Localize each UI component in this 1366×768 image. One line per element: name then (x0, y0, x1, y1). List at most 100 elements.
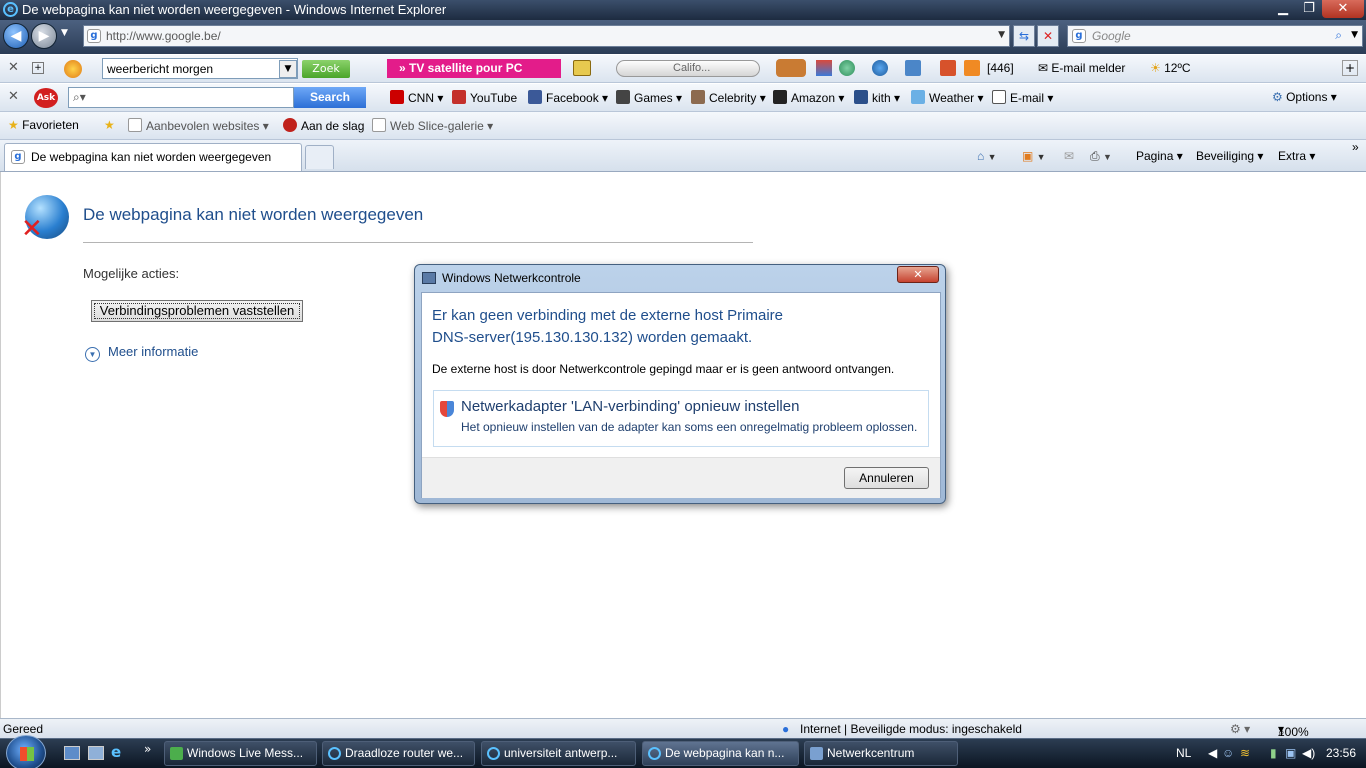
reset-adapter-option[interactable]: Netwerkadapter 'LAN-verbinding' opnieuw … (433, 390, 929, 447)
ask-logo[interactable]: Ask (34, 88, 58, 108)
task-live-messenger-label: Windows Live Mess... (187, 746, 304, 760)
link-youtube[interactable]: YouTube (452, 90, 517, 105)
dialog-close-button[interactable]: ✕ (897, 266, 939, 283)
task-current-page-label: De webpagina kan n... (665, 746, 785, 760)
news-icon[interactable] (905, 60, 921, 76)
quicklaunch-ie-icon[interactable]: e (111, 743, 121, 761)
safety-menu[interactable]: Beveiliging ▾ (1196, 149, 1263, 163)
link-cnn[interactable]: CNN ▾ (390, 90, 443, 105)
back-button[interactable]: ◀ (3, 23, 29, 49)
task-router[interactable]: Draadloze router we... (322, 741, 475, 766)
tray-users-icon[interactable]: ☺ (1222, 746, 1234, 760)
ask-search-button[interactable]: Search (294, 87, 366, 108)
language-indicator[interactable]: NL (1176, 746, 1191, 760)
link-weather[interactable]: Weather ▾ (911, 90, 984, 105)
globe-icon[interactable] (872, 60, 888, 76)
tray-battery-icon[interactable]: ▮ (1270, 746, 1277, 760)
address-bar[interactable]: g http://www.google.be/ ▼ (83, 25, 1010, 47)
refresh-icon[interactable]: ⇆ (1013, 25, 1035, 47)
tools-menu[interactable]: Extra ▾ (1278, 149, 1315, 163)
clock[interactable]: 23:56 (1326, 746, 1356, 760)
link-facebook[interactable]: Facebook ▾ (528, 90, 608, 105)
star-icon: ★ (8, 118, 23, 132)
link-email[interactable]: E-mail ▾ (992, 90, 1053, 105)
chevron-more-icon[interactable]: » (1352, 140, 1359, 154)
tv-icon[interactable] (573, 60, 591, 76)
tray-network-icon[interactable]: ▣ (1285, 746, 1296, 760)
more-info-link[interactable]: ▼ Meer informatie (85, 344, 198, 362)
search-magnifier-icon[interactable]: ⌕ (1335, 28, 1342, 43)
stop-icon[interactable]: ✕ (1037, 25, 1059, 47)
tray-expand-icon[interactable]: ◀ (1208, 746, 1217, 760)
tab-current[interactable]: g De webpagina kan niet worden weergegev… (4, 143, 302, 171)
toolbar-search-dropdown[interactable]: ▼ (279, 60, 297, 78)
toolbar-logo-icon[interactable] (64, 60, 82, 78)
reset-adapter-description: Het opnieuw instellen van de adapter kan… (461, 420, 918, 434)
print-icon[interactable]: ⎙ ▼ (1090, 149, 1112, 164)
feed-count[interactable]: [446] (987, 61, 1014, 75)
show-desktop-icon[interactable] (64, 746, 80, 760)
link-kith-label: kith (872, 91, 891, 105)
ask-toolbar-close-icon[interactable]: ✕ (8, 89, 19, 104)
task-netwerkcentrum[interactable]: Netwerkcentrum (804, 741, 958, 766)
zoek-button[interactable]: Zoek (302, 60, 350, 78)
toolbar-menu-icon[interactable]: + (32, 62, 44, 74)
home-icon[interactable]: ⌂ ▼ (977, 149, 997, 163)
maximize-button[interactable]: ❐ (1296, 0, 1322, 18)
media-player[interactable]: Califo... (616, 60, 760, 77)
favorites-button[interactable]: ★ Favorieten (8, 118, 79, 132)
suggested-sites-label: Aanbevolen websites (146, 119, 260, 133)
task-live-messenger[interactable]: Windows Live Mess... (164, 741, 317, 766)
link-celebrity[interactable]: Celebrity ▾ (691, 90, 766, 105)
start-button[interactable] (6, 735, 46, 768)
read-mail-icon[interactable]: ✉ (1064, 149, 1074, 163)
cnn-icon (390, 90, 404, 104)
address-dropdown-icon[interactable]: ▼ (998, 30, 1005, 40)
tray-volume-icon[interactable]: ◀) (1302, 746, 1315, 760)
link-amazon[interactable]: Amazon ▾ (773, 90, 844, 105)
suggested-sites[interactable]: Aanbevolen websites ▾ (128, 118, 269, 133)
zoom-control[interactable]: ⌕ 100% ▾ (1278, 722, 1309, 739)
weather-app-icon[interactable] (839, 60, 855, 76)
close-window-button[interactable]: ✕ (1322, 0, 1364, 18)
possible-actions-label: Mogelijke acties: (83, 266, 180, 281)
web-slice-gallery[interactable]: Web Slice-galerie ▾ (372, 118, 493, 133)
forward-button[interactable]: ▶ (31, 23, 57, 49)
web-slice-label: Web Slice-galerie (390, 119, 484, 133)
protected-mode-icon[interactable]: ⚙ ▾ (1230, 722, 1250, 736)
feeds-icon[interactable]: ▣ ▼ (1022, 149, 1046, 163)
switch-windows-icon[interactable] (88, 746, 104, 760)
email-notifier[interactable]: ✉ E-mail melder (1038, 61, 1125, 75)
add-favorite-icon[interactable]: ★ (104, 118, 115, 132)
options-menu[interactable]: ⚙ Options ▾ (1272, 90, 1337, 104)
mail-alert-icon[interactable] (940, 60, 956, 76)
friends-icon[interactable] (776, 59, 806, 77)
tv-satellite-link[interactable]: » TV satellite pour PC (387, 59, 561, 78)
link-kith[interactable]: kith ▾ (854, 90, 900, 105)
toolbar-close-icon[interactable]: ✕ (8, 60, 19, 75)
rss-icon[interactable] (964, 60, 980, 76)
minimize-button[interactable]: ▁ (1270, 0, 1296, 18)
games-grid-icon[interactable] (816, 60, 832, 76)
diagnose-connection-button[interactable]: Verbindingsproblemen vaststellen (91, 300, 303, 322)
ask-search-input[interactable]: ⌕▾ (68, 87, 294, 108)
ask-magnifier-icon: ⌕▾ (73, 90, 86, 104)
link-games[interactable]: Games ▾ (616, 90, 682, 105)
new-tab-button[interactable] (305, 145, 334, 169)
dialog-main-message: Er kan geen verbinding met de externe ho… (432, 305, 783, 349)
error-title: De webpagina kan niet worden weergegeven (83, 205, 424, 224)
toolbar-add-icon[interactable]: + (1342, 60, 1358, 76)
search-dropdown-icon[interactable]: ▼ (1351, 30, 1358, 40)
quicklaunch-more-icon[interactable]: » (144, 742, 151, 756)
tray-wireless-icon[interactable]: ≋ (1240, 746, 1250, 760)
security-zone[interactable]: Internet | Beveiligde modus: ingeschakel… (800, 722, 1022, 736)
page-menu[interactable]: Pagina ▾ (1136, 149, 1183, 163)
toolbar-search-input[interactable]: weerbericht morgen (102, 58, 298, 79)
history-dropdown-icon[interactable]: ▼ (61, 28, 68, 38)
task-universiteit[interactable]: universiteit antwerp... (481, 741, 636, 766)
get-started-link[interactable]: Aan de slag (283, 118, 364, 133)
cancel-button[interactable]: Annuleren (844, 467, 929, 489)
temperature[interactable]: ☀ 12ºC (1150, 61, 1191, 75)
task-current-page[interactable]: De webpagina kan n... (642, 741, 799, 766)
search-box[interactable]: g Google ⌕ ▼ (1067, 25, 1363, 47)
